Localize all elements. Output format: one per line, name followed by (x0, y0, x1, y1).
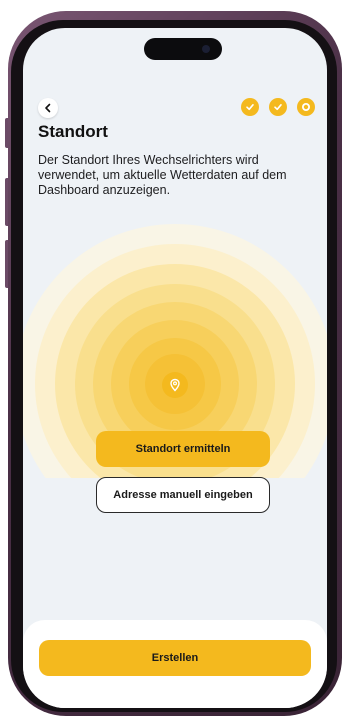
chevron-left-icon (45, 103, 51, 113)
page-description: Der Standort Ihres Wechselrichters wird … (38, 153, 287, 197)
check-icon (246, 104, 254, 111)
app-screen: Standort Der Standort Ihres Wechselricht… (23, 28, 327, 708)
current-step-icon (302, 103, 310, 111)
map-pin-icon (170, 378, 180, 392)
step-3-current (297, 98, 315, 116)
location-pin (162, 372, 188, 398)
create-button[interactable]: Erstellen (39, 640, 311, 676)
step-indicator (241, 98, 315, 116)
page-title: Standort (38, 122, 108, 141)
locate-button[interactable]: Standort ermitteln (96, 431, 270, 467)
dynamic-island (144, 38, 222, 60)
bottom-bar: Erstellen (23, 620, 327, 708)
step-2-done (269, 98, 287, 116)
manual-address-button[interactable]: Adresse manuell eingeben (96, 477, 270, 513)
step-1-done (241, 98, 259, 116)
back-button[interactable] (38, 98, 58, 118)
camera-icon (202, 45, 210, 53)
check-icon (274, 104, 282, 111)
